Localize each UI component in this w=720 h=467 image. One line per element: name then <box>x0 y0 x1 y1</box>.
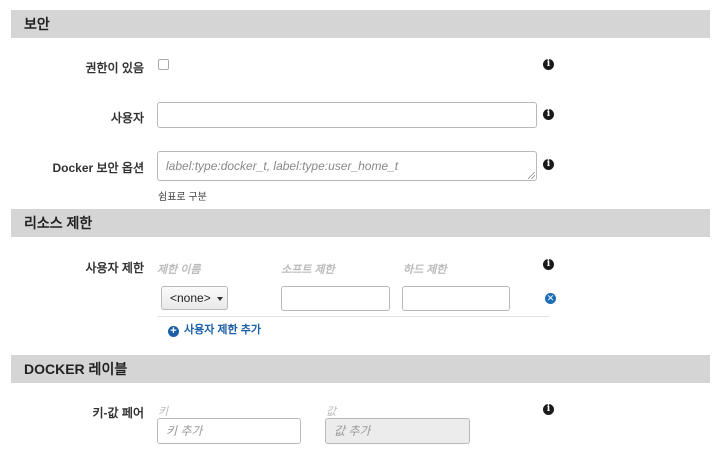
column-header-value: 값 <box>326 406 337 418</box>
privileged-checkbox[interactable] <box>158 59 169 70</box>
docker-options-hint: 쉼표로 구분 <box>158 192 207 203</box>
label-value-input <box>325 418 470 444</box>
soft-limit-input[interactable] <box>281 286 390 311</box>
docker-security-options-label: Docker 보안 옵션 <box>52 161 144 175</box>
docker-security-options-textarea[interactable]: label:type:docker_t, label:type:user_hom… <box>157 151 537 181</box>
resize-grip-icon[interactable] <box>528 172 535 179</box>
info-icon[interactable]: i <box>543 404 554 415</box>
limit-name-select-value: <none> <box>170 291 211 305</box>
column-header-limit-name: 제한 이름 <box>157 264 201 276</box>
section-header-security: 보안 <box>11 10 710 38</box>
section-header-docker-labels: DOCKER 레이블 <box>11 355 710 383</box>
info-icon[interactable]: i <box>543 159 554 170</box>
ulimit-label: 사용자 제한 <box>85 261 144 275</box>
user-label: 사용자 <box>110 111 144 125</box>
label-key-input[interactable] <box>157 418 301 444</box>
hard-limit-input[interactable] <box>402 286 510 311</box>
section-header-resource-limits: 리소스 제한 <box>11 209 710 237</box>
user-input[interactable] <box>157 102 537 128</box>
info-icon[interactable]: i <box>543 59 554 70</box>
column-header-soft-limit: 소프트 제한 <box>281 264 335 276</box>
limit-name-select[interactable]: <none> <box>161 286 228 310</box>
privileged-label: 권한이 있음 <box>85 61 144 75</box>
column-header-key: 키 <box>158 406 169 418</box>
add-ulimit-button[interactable]: + 사용자 제한 추가 <box>168 321 261 337</box>
plus-circle-icon: + <box>168 326 179 337</box>
column-header-hard-limit: 하드 제한 <box>403 264 447 276</box>
info-icon[interactable]: i <box>543 259 554 270</box>
chevron-down-icon <box>216 296 223 301</box>
row-divider <box>157 316 550 317</box>
key-value-label: 키-값 페어 <box>92 406 145 420</box>
add-ulimit-label: 사용자 제한 추가 <box>184 324 261 336</box>
info-icon[interactable]: i <box>543 109 554 120</box>
remove-circle-icon[interactable]: ✕ <box>545 293 556 304</box>
